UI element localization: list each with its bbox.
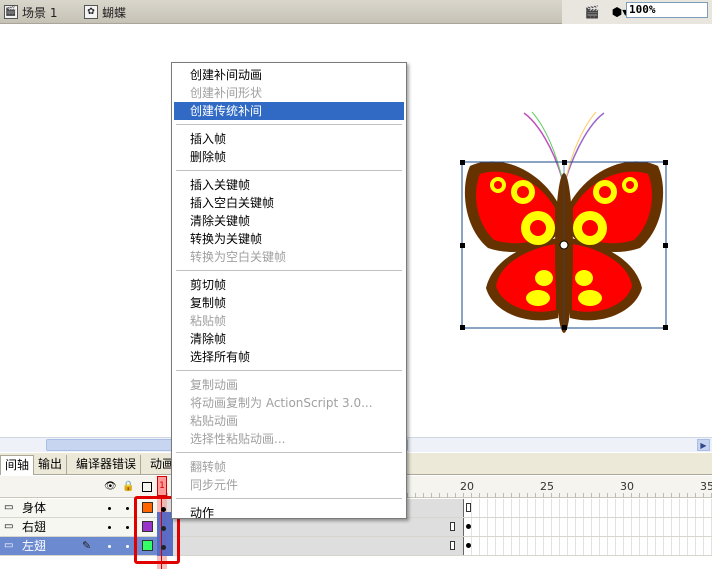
ruler-label-25: 25 <box>540 480 554 493</box>
scene-breadcrumb-bar: 🎬 场景 1 ✿ 蝴蝶 🎬▾ ⬢▾ 100% <box>0 0 712 37</box>
view-controls: 🎬▾ ⬢▾ 100% <box>562 0 712 37</box>
menu-separator <box>176 170 402 171</box>
scene-label: 场景 1 <box>22 5 58 20</box>
tab-compiler-errors[interactable]: 编译器错误 <box>72 455 142 475</box>
menu-item: 将动画复制为 ActionScript 3.0... <box>190 396 373 410</box>
menu-separator <box>176 498 402 499</box>
menu-separator <box>176 270 402 271</box>
symbol-label: 蝴蝶 <box>102 5 127 20</box>
menu-item[interactable]: 转换为关键帧 <box>174 230 404 248</box>
ruler-label-20: 20 <box>460 480 474 493</box>
menu-item[interactable]: 动作 <box>174 504 404 522</box>
menu-item: 粘贴动画 <box>190 414 239 428</box>
menu-item: 复制动画 <box>190 378 239 392</box>
menu-item[interactable]: 清除关键帧 <box>174 212 404 230</box>
menu-separator <box>176 124 402 125</box>
menu-separator <box>176 452 402 453</box>
menu-item[interactable]: 删除帧 <box>174 148 404 166</box>
menu-item: 创建补间形状 <box>190 86 263 100</box>
symbol-icon: ✿ <box>84 5 98 19</box>
butterfly-graphic[interactable] <box>458 108 670 333</box>
menu-item: 同步元件 <box>190 478 239 492</box>
menu-item[interactable]: 插入帧 <box>174 130 404 148</box>
layer-frames[interactable] <box>160 537 712 555</box>
menu-item: 翻转帧 <box>190 460 227 474</box>
lock-icon[interactable]: 🔒 <box>122 481 134 493</box>
menu-item[interactable]: 清除帧 <box>174 330 404 348</box>
scene-icon: 🎬 <box>4 5 18 19</box>
outline-icon[interactable] <box>142 482 152 492</box>
tab-output[interactable]: 输出 <box>34 455 68 475</box>
edit-scene-icon[interactable]: 🎬▾ <box>582 3 602 37</box>
menu-separator <box>176 370 402 371</box>
layer-name[interactable]: 右翅 <box>22 519 46 535</box>
breadcrumb-symbol[interactable]: ✿ 蝴蝶 <box>84 2 126 22</box>
menu-item: 选择性粘贴动画... <box>190 432 286 446</box>
menu-item[interactable]: 剪切帧 <box>174 276 404 294</box>
tab-timeline[interactable]: 间轴 <box>0 455 35 475</box>
layer-name[interactable]: 身体 <box>22 500 46 516</box>
scroll-right-icon[interactable]: ▶ <box>697 439 710 451</box>
menu-item[interactable]: 插入空白关键帧 <box>174 194 404 212</box>
zoom-input[interactable]: 100% <box>626 2 708 18</box>
menu-item: 转换为空白关键帧 <box>190 250 287 264</box>
breadcrumb-scene[interactable]: 🎬 场景 1 <box>4 2 57 22</box>
playhead[interactable]: 1 <box>157 476 167 496</box>
ruler-label-35: 35 <box>700 480 712 493</box>
eye-icon[interactable]: 👁 <box>104 481 117 493</box>
menu-item[interactable]: 创建补间动画 <box>174 66 404 84</box>
menu-item: 粘贴帧 <box>190 314 227 328</box>
pencil-icon: ✎ <box>82 539 92 552</box>
layer-name[interactable]: 左翅 <box>22 538 46 554</box>
layer-icon: ▭ <box>4 502 14 513</box>
ruler-label-30: 30 <box>620 480 634 493</box>
menu-item[interactable]: 选择所有帧 <box>174 348 404 366</box>
left-antenna <box>523 112 563 179</box>
layer-icon: ▭ <box>4 540 14 551</box>
menu-item[interactable]: 创建传统补间 <box>174 102 404 120</box>
menu-item[interactable]: 复制帧 <box>174 294 404 312</box>
frame-context-menu: 创建补间动画创建补间形状创建传统补间 插入帧 删除帧插入关键帧 插入空白关键帧 清除关键… <box>171 62 407 522</box>
layer-row-left-wing[interactable]: ▭ 左翅 ✎ <box>0 537 712 556</box>
menu-item[interactable]: 插入关键帧 <box>174 176 404 194</box>
right-antenna <box>565 112 605 179</box>
layer-icon: ▭ <box>4 521 14 532</box>
flash-editor-window: 🎬 场景 1 ✿ 蝴蝶 🎬▾ ⬢▾ 100% <box>0 0 712 569</box>
